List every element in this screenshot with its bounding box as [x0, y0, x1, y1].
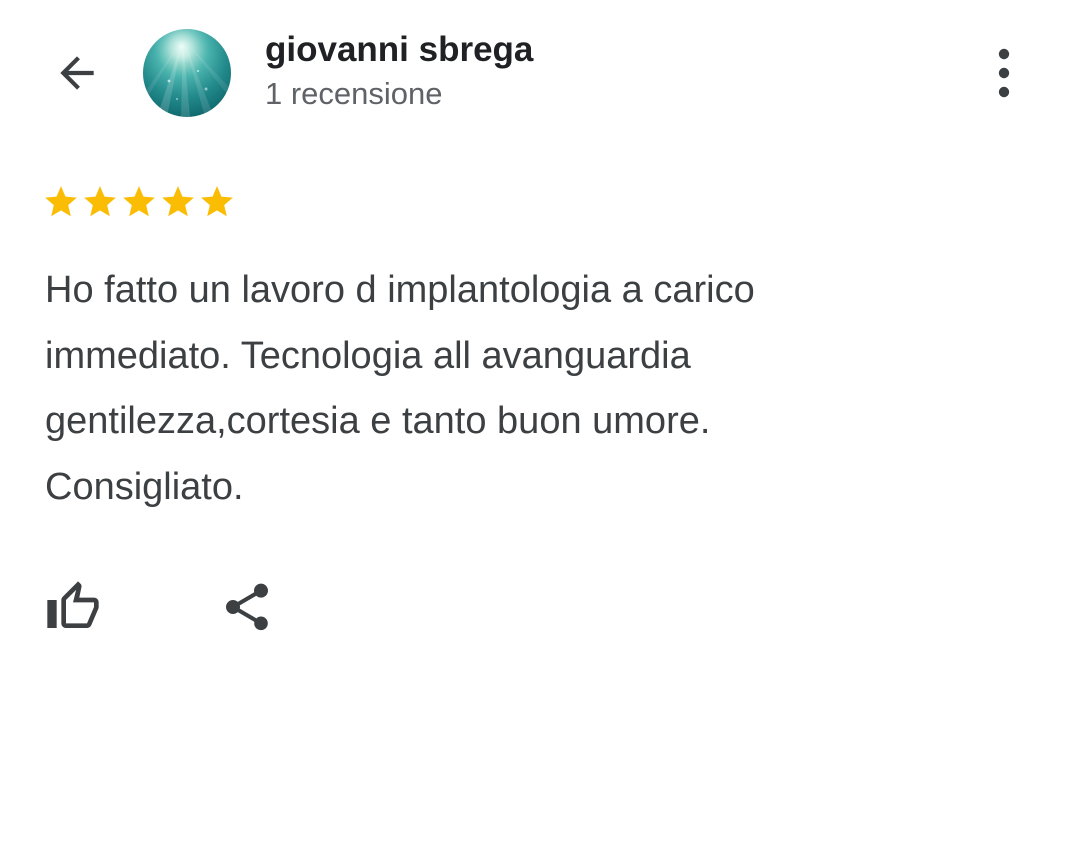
thumb-up-icon: [47, 581, 99, 628]
share-button[interactable]: [214, 574, 280, 640]
review-count[interactable]: 1 recensione: [265, 75, 443, 113]
star-rating: [42, 182, 236, 222]
star-icon: [45, 186, 77, 217]
star-icon: [84, 186, 116, 217]
review-actions: [0, 570, 1080, 650]
review-detail-page: giovanni sbrega 1 recensione Ho fatto un…: [0, 0, 1080, 860]
avatar[interactable]: [143, 29, 231, 117]
star-icon: [201, 186, 233, 217]
star-icon: [162, 186, 194, 217]
back-button[interactable]: [44, 40, 110, 106]
share-icon: [226, 583, 268, 631]
review-text: Ho fatto un lavoro d implantologia a car…: [45, 269, 755, 508]
star-icon: [123, 186, 155, 217]
arrow-back-icon: [60, 56, 94, 90]
like-button[interactable]: [40, 574, 106, 640]
more-options-button[interactable]: [982, 44, 1026, 102]
author-name[interactable]: giovanni sbrega: [265, 29, 533, 71]
profile-photo: [143, 29, 231, 117]
review-header: giovanni sbrega 1 recensione: [0, 0, 1080, 150]
more-vert-icon: [998, 48, 1010, 98]
